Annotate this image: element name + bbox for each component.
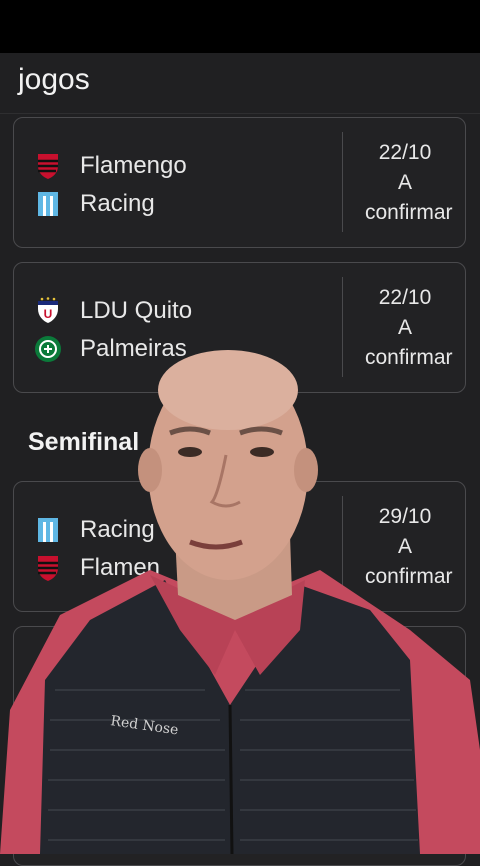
racing-crest-icon bbox=[34, 190, 62, 218]
status-bar bbox=[0, 0, 480, 53]
app-header: jogos bbox=[0, 53, 480, 114]
svg-text:U: U bbox=[44, 307, 53, 321]
home-team: Flamengo bbox=[34, 150, 187, 182]
flamengo-crest-icon bbox=[34, 152, 62, 180]
ldu-quito-crest-icon: U bbox=[34, 297, 62, 325]
match-card[interactable]: Flamengo Racing 22/10 A confirmar bbox=[13, 117, 466, 248]
home-team: U LDU Quito bbox=[34, 295, 192, 327]
person-overlay: Red Nose bbox=[0, 350, 480, 854]
card-divider bbox=[342, 132, 343, 232]
page-title: jogos bbox=[18, 63, 90, 96]
match-date: 22/10 A confirmar bbox=[365, 141, 453, 224]
away-team: Racing bbox=[34, 188, 155, 220]
